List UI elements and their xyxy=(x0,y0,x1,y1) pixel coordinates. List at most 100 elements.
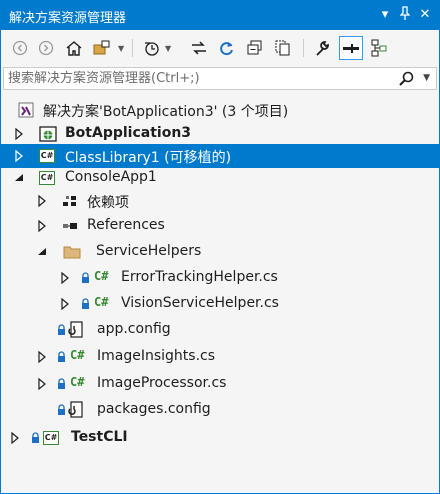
close-button[interactable]: ✕ xyxy=(417,6,433,24)
toolbar-separator-2 xyxy=(303,39,304,57)
switch-views-button[interactable] xyxy=(90,36,114,60)
csharp-file-icon: C# xyxy=(70,375,85,389)
search-box: ▼ xyxy=(3,67,437,90)
wrench-icon xyxy=(316,41,329,56)
web-project-icon xyxy=(39,126,57,142)
tree-item-app-config[interactable]: app.config xyxy=(1,318,439,342)
lock-icon xyxy=(58,378,65,389)
preview-icon xyxy=(343,44,359,53)
csharp-file-icon: C# xyxy=(94,269,109,283)
expand-arrow-icon[interactable] xyxy=(36,219,48,233)
home-icon xyxy=(66,41,82,56)
expand-arrow-icon[interactable] xyxy=(13,149,25,163)
back-icon xyxy=(12,40,28,56)
window-menu-button[interactable]: ▾ xyxy=(377,6,393,24)
expand-arrow-icon[interactable] xyxy=(36,377,48,391)
switch-views-icon xyxy=(93,40,110,55)
dependencies-icon xyxy=(63,196,76,206)
expand-arrow-icon[interactable] xyxy=(59,297,71,311)
tree-item-label: VisionServiceHelper.cs xyxy=(121,295,279,311)
tree-item-testcli[interactable]: C# TestCLI xyxy=(1,426,439,450)
lock-icon xyxy=(32,432,39,443)
tree-item-visionservicehelper[interactable]: C# VisionServiceHelper.cs xyxy=(1,292,439,316)
lock-icon xyxy=(58,324,65,335)
tree-item-references[interactable]: References xyxy=(1,214,439,238)
preview-selected-items-button[interactable] xyxy=(339,36,363,60)
solution-explorer-window: 解决方案资源管理器 ▾ ✕ ▼ ▼ 搜索解决方案资源管理器(Ctrl+;) ▼ … xyxy=(0,0,440,494)
lock-icon xyxy=(58,404,65,415)
sync-with-active-document-button[interactable] xyxy=(187,36,211,60)
forward-icon xyxy=(38,40,54,56)
expand-arrow-icon[interactable] xyxy=(13,127,25,141)
references-icon xyxy=(63,223,77,229)
csharp-project-icon: C# xyxy=(39,171,55,185)
expand-arrow-icon[interactable] xyxy=(59,271,71,285)
tree-item-imageprocessor[interactable]: C# ImageProcessor.cs xyxy=(1,372,439,396)
back-button[interactable] xyxy=(8,36,32,60)
tree-item-imageinsights[interactable]: C# ImageInsights.cs xyxy=(1,345,439,369)
refresh-icon xyxy=(220,42,233,56)
class-diagram-icon xyxy=(371,39,387,57)
csharp-file-icon: C# xyxy=(70,348,85,362)
tree-solution-node[interactable]: 解决方案'BotApplication3' (3 个项目) xyxy=(1,98,439,122)
tree-item-label: BotApplication3 xyxy=(65,125,192,141)
tree-item-label: packages.config xyxy=(97,401,211,417)
expand-arrow-icon[interactable] xyxy=(9,431,21,445)
solution-icon xyxy=(18,102,34,118)
collapse-all-button[interactable] xyxy=(243,36,267,60)
properties-button[interactable] xyxy=(311,36,335,60)
view-class-diagram-button[interactable] xyxy=(367,36,391,60)
pin-button[interactable] xyxy=(397,6,413,24)
search-options-dropdown-icon[interactable]: ▼ xyxy=(423,73,430,83)
toolbar: ▼ ▼ xyxy=(1,30,439,67)
home-button[interactable] xyxy=(62,36,86,60)
tree-item-servicehelpers[interactable]: ServiceHelpers xyxy=(1,240,439,264)
refresh-button[interactable] xyxy=(215,36,239,60)
window-title: 解决方案资源管理器 xyxy=(9,11,127,26)
toolbar-separator xyxy=(132,39,133,57)
lock-icon xyxy=(82,272,89,283)
search-icon[interactable] xyxy=(398,71,414,87)
lock-icon xyxy=(58,351,65,362)
expand-arrow-icon[interactable] xyxy=(36,350,48,364)
collapse-arrow-icon[interactable] xyxy=(13,171,25,185)
tree-item-errortrackinghelper[interactable]: C# ErrorTrackingHelper.cs xyxy=(1,266,439,290)
title-bar: 解决方案资源管理器 ▾ ✕ xyxy=(1,1,439,30)
show-all-files-button[interactable] xyxy=(271,36,295,60)
tree-item-dependencies[interactable]: 依赖项 xyxy=(1,189,439,213)
pin-icon xyxy=(399,6,411,20)
tree-solution-label: 解决方案'BotApplication3' (3 个项目) xyxy=(43,104,289,120)
tree-item-label: ServiceHelpers xyxy=(96,243,202,259)
switch-views-dropdown-icon[interactable]: ▼ xyxy=(118,44,124,53)
clock-icon xyxy=(145,42,159,56)
collapse-arrow-icon[interactable] xyxy=(36,245,48,259)
search-input[interactable] xyxy=(8,70,388,87)
tree-item-label: ErrorTrackingHelper.cs xyxy=(121,269,278,285)
tree-item-classlibrary1[interactable]: C# ClassLibrary1 (可移植的) xyxy=(1,144,439,168)
config-file-icon xyxy=(68,401,83,418)
config-file-icon xyxy=(68,321,83,338)
sync-icon xyxy=(192,41,206,55)
filter-dropdown-icon[interactable]: ▼ xyxy=(165,44,171,53)
tree-item-label: ImageInsights.cs xyxy=(97,348,216,364)
tree-item-label: TestCLI xyxy=(71,429,128,445)
tree-item-label: ImageProcessor.cs xyxy=(97,375,227,391)
pending-changes-filter-button[interactable] xyxy=(140,36,164,60)
forward-button[interactable] xyxy=(34,36,58,60)
collapse-all-icon xyxy=(247,40,262,55)
tree-item-label: ConsoleApp1 xyxy=(65,169,157,185)
csharp-project-icon: C# xyxy=(43,431,59,445)
tree-item-consoleapp1[interactable]: C# ConsoleApp1 xyxy=(1,166,439,190)
show-all-files-icon xyxy=(275,40,290,56)
tree-item-label: 依赖项 xyxy=(87,195,129,211)
tree-item-label: ClassLibrary1 (可移植的) xyxy=(65,150,232,166)
solution-tree: 解决方案'BotApplication3' (3 个项目) BotApplica… xyxy=(1,93,439,493)
csharp-file-icon: C# xyxy=(94,295,109,309)
tree-item-label: References xyxy=(87,217,165,233)
tree-item-botapplication3[interactable]: BotApplication3 xyxy=(1,122,439,146)
expand-arrow-icon[interactable] xyxy=(36,194,48,208)
csharp-project-icon: C# xyxy=(39,149,55,163)
tree-item-packages-config[interactable]: packages.config xyxy=(1,398,439,422)
tree-item-label: app.config xyxy=(97,321,171,337)
folder-open-icon xyxy=(63,246,81,259)
